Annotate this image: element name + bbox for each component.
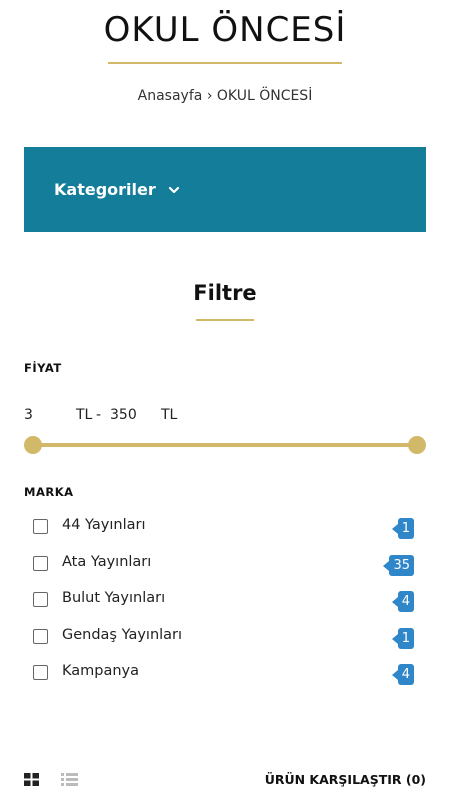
brand-checkbox[interactable]: [33, 519, 48, 534]
breadcrumb-separator: ›: [206, 88, 213, 104]
price-slider[interactable]: [24, 436, 426, 454]
brand-name: 44 Yayınları: [62, 517, 146, 533]
brand-section-label: MARKA: [24, 485, 74, 499]
title-underline: [108, 62, 342, 64]
brand-name: Bulut Yayınları: [62, 590, 166, 606]
brand-item[interactable]: Ata Yayınları 35: [33, 548, 418, 585]
price-max-currency: TL: [161, 407, 178, 423]
list-view-icon[interactable]: [61, 773, 78, 786]
breadcrumb-current: OKUL ÖNCESİ: [216, 88, 313, 104]
brand-checkbox[interactable]: [33, 628, 48, 644]
price-slider-track: [33, 443, 417, 447]
price-max-value: 350: [110, 407, 137, 423]
categories-toggle[interactable]: Kategoriler: [24, 147, 426, 232]
brand-item[interactable]: [33, 694, 418, 701]
brand-name: Gendaş Yayınları: [62, 626, 183, 643]
grid-view-icon[interactable]: [24, 773, 39, 786]
brand-count-badge: 4: [391, 591, 414, 612]
brand-checkbox[interactable]: [33, 592, 48, 607]
brand-count-badge: 35: [383, 554, 414, 576]
price-min-currency: TL: [76, 407, 93, 423]
page-title: OKUL ÖNCESİ: [103, 10, 347, 50]
brand-count-badge: [400, 700, 414, 701]
price-separator: -: [96, 407, 102, 423]
breadcrumb-home-link[interactable]: Anasayfa: [138, 88, 203, 104]
brand-item[interactable]: 44 Yayınları 1: [33, 511, 418, 548]
categories-label: Kategoriler: [54, 180, 156, 199]
breadcrumb: Anasayfa › OKUL ÖNCESİ: [0, 88, 450, 104]
compare-products-link[interactable]: ÜRÜN KARŞILAŞTIR (0): [265, 772, 426, 787]
brand-name: Ata Yayınları: [62, 553, 152, 570]
brand-item[interactable]: Gendaş Yayınları 1: [33, 621, 418, 658]
product-toolbar: ÜRÜN KARŞILAŞTIR (0): [24, 770, 426, 790]
filter-title: Filtre: [193, 281, 257, 305]
brand-count-badge: 4: [391, 664, 414, 685]
brand-checkbox[interactable]: [33, 555, 48, 571]
brand-count-badge: 1: [391, 627, 414, 649]
brand-list[interactable]: 44 Yayınları 1 Ata Yayınları 35 Bulut Ya…: [33, 511, 418, 701]
brand-item[interactable]: Kampanya 4: [33, 657, 418, 694]
price-slider-max-handle[interactable]: [408, 436, 426, 454]
price-section-label: FİYAT: [24, 361, 62, 375]
filter-underline: [196, 319, 254, 321]
price-min-value: 3: [24, 407, 33, 423]
brand-item[interactable]: Bulut Yayınları 4: [33, 584, 418, 621]
price-slider-min-handle[interactable]: [24, 436, 42, 454]
brand-checkbox[interactable]: [33, 665, 48, 680]
chevron-down-icon: [168, 186, 179, 193]
brand-count-badge: 1: [391, 518, 414, 539]
brand-name: Kampanya: [62, 663, 140, 679]
